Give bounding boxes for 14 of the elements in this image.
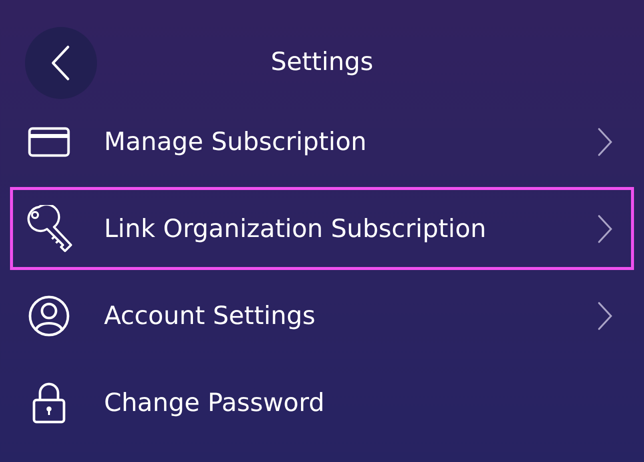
settings-row[interactable]: Link Organization Subscription [10, 187, 634, 270]
user-icon [28, 294, 70, 336]
settings-row[interactable]: Manage Subscription [10, 100, 634, 183]
credit-card-icon [28, 126, 70, 156]
row-label: Account Settings [104, 301, 316, 330]
settings-row[interactable]: Change Password [10, 361, 634, 444]
key-icon [25, 204, 73, 252]
row-label: Manage Subscription [104, 127, 368, 156]
row-label: Change Password [104, 388, 326, 417]
row-label: Link Organization Subscription [104, 214, 488, 243]
lock-icon [32, 382, 66, 424]
back-icon [50, 45, 72, 81]
settings-row[interactable]: Account Settings [10, 274, 634, 357]
screen-title: Settings [270, 46, 374, 76]
